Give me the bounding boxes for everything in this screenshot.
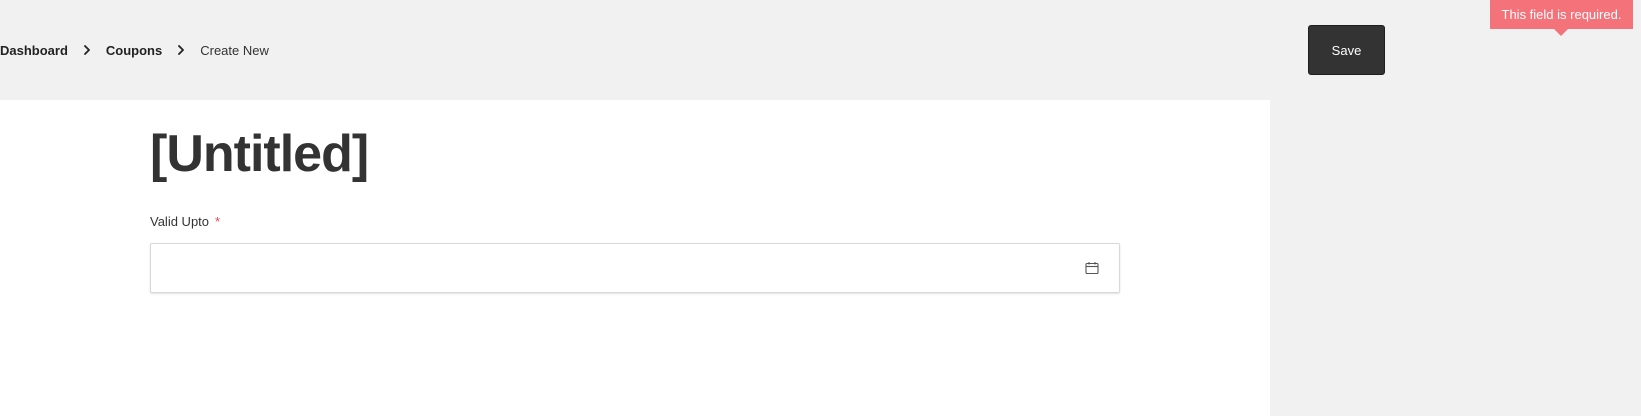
- chevron-right-icon: [68, 45, 106, 55]
- valid-upto-field: [150, 243, 1120, 293]
- field-label-text: Valid Upto: [150, 214, 210, 229]
- breadcrumb-dashboard[interactable]: Dashboard: [0, 43, 68, 58]
- breadcrumb: Dashboard Coupons Create New: [0, 40, 269, 60]
- calendar-icon[interactable]: [1085, 261, 1099, 275]
- error-tooltip: This field is required.: [1490, 0, 1633, 29]
- tooltip-arrow: [1554, 29, 1568, 36]
- chevron-right-icon: [162, 45, 200, 55]
- page-title: [Untitled]: [150, 125, 369, 183]
- valid-upto-label: Valid Upto *: [150, 214, 220, 229]
- save-button[interactable]: Save: [1308, 25, 1385, 75]
- required-marker: *: [215, 214, 221, 229]
- breadcrumb-coupons[interactable]: Coupons: [106, 43, 162, 58]
- top-bar: Dashboard Coupons Create New Save This f…: [0, 0, 1641, 100]
- valid-upto-input[interactable]: [151, 244, 1119, 292]
- breadcrumb-current: Create New: [200, 42, 269, 58]
